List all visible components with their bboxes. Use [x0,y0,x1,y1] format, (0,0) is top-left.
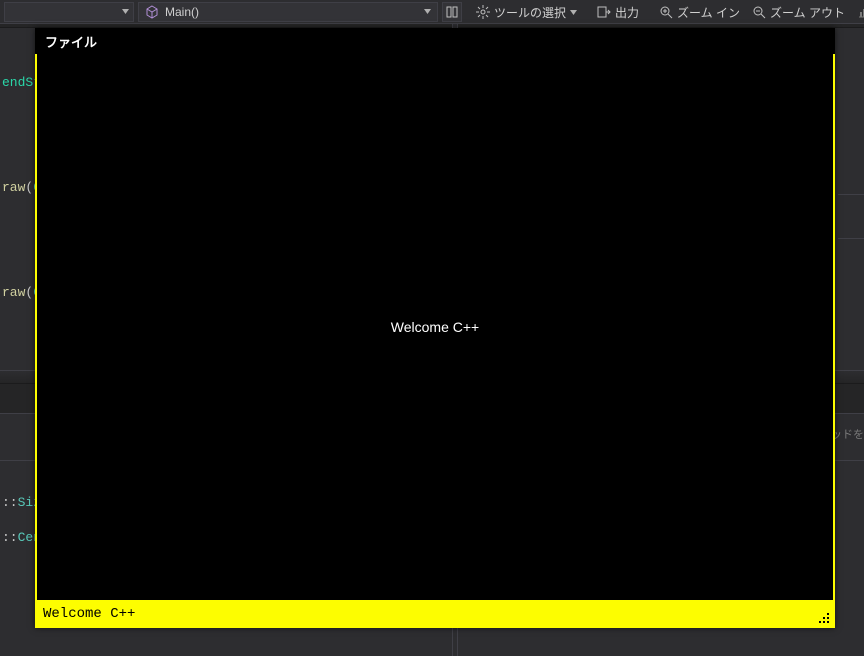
zoom-out-button[interactable]: ズーム アウト [746,0,851,24]
app-title: ファイル [45,32,97,51]
scope-label: Main() [165,5,199,19]
scope-dropdown-main[interactable]: Main() [138,2,438,22]
zoom-out-label: ズーム アウト [770,4,845,21]
split-view-button[interactable] [442,2,462,22]
zoom-in-button[interactable]: ズーム イン [653,0,746,24]
status-text: Welcome C++ [43,606,135,622]
gear-icon [476,5,490,19]
zoom-in-icon [659,5,673,19]
zoom-out-icon [752,5,766,19]
app-statusbar: Welcome C++ [35,600,835,628]
ide-toolbar: Main() ツールの選択 [0,0,864,24]
output-label: 出力 [615,4,639,21]
app-window: ファイル Welcome C++ Welcome C++ [35,28,835,628]
chevron-down-icon [570,10,577,15]
app-client-area: Welcome C++ [37,54,833,600]
tool-select-label: ツールの選択 [494,4,566,21]
cube-icon [145,5,159,19]
zoom-in-label: ズーム イン [677,4,740,21]
chart-icon [857,5,864,19]
welcome-text: Welcome C++ [391,319,479,335]
right-panel-divider [838,238,864,239]
output-button[interactable]: 出力 [591,0,645,24]
chevron-down-icon [424,9,431,14]
scope-selectors: Main() [0,0,462,23]
tool-select-button[interactable]: ツールの選択 [470,0,583,24]
chevron-down-icon [122,9,129,14]
right-panel-text-fragment: ッドを [831,426,864,442]
output-icon [597,5,611,19]
right-panel-divider [838,194,864,195]
view-reset-button[interactable]: ビューのリセ [851,0,864,24]
scope-dropdown-left[interactable] [4,2,134,22]
resize-grip[interactable] [817,611,831,625]
app-titlebar[interactable]: ファイル [35,28,835,54]
